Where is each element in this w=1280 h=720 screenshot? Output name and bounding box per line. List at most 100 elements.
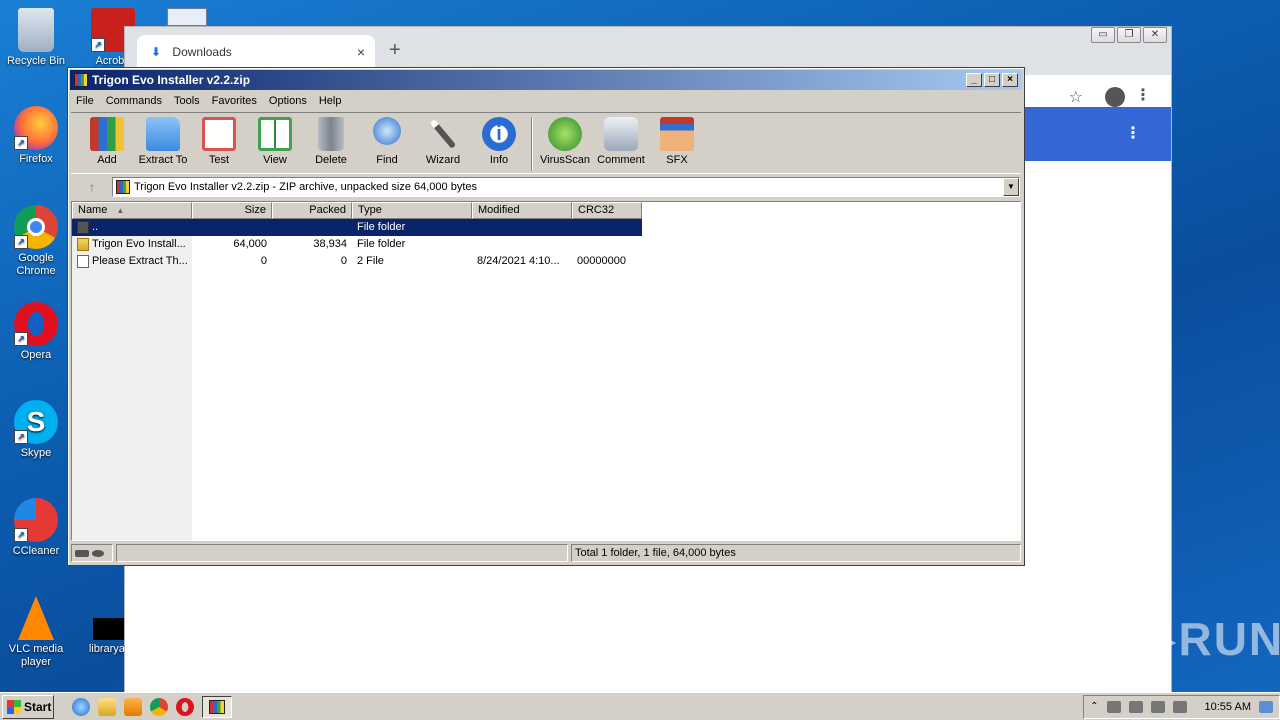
row-modified-cell [472,236,572,253]
column-crc32[interactable]: CRC32 [572,202,642,219]
ie-icon[interactable] [72,697,90,716]
desktop-icon-ccleaner[interactable]: ↗ CCleaner [1,498,71,558]
chrome-icon: ↗ [14,205,58,249]
menu-commands[interactable]: Commands [100,92,168,112]
menu-file[interactable]: File [70,92,100,112]
menu-tools[interactable]: Tools [168,92,206,112]
column-modified[interactable]: Modified [472,202,572,219]
shortcut-arrow-icon: ↗ [14,136,28,150]
toolbar-view-button[interactable]: View [247,117,303,166]
table-row[interactable]: .. File folder [72,219,642,236]
view-book-icon [258,117,292,151]
row-size-cell: 0 [260,255,267,267]
table-row[interactable]: Please Extract Th... 0 0 2 File 8/24/202… [72,253,1020,270]
sort-ascending-icon: ▲ [116,206,125,215]
show-desktop-icon[interactable] [1259,700,1273,713]
winrar-app-icon [74,73,88,87]
row-packed-cell [272,219,352,236]
path-combobox[interactable]: Trigon Evo Installer v2.2.zip - ZIP arch… [112,177,1020,197]
toolbar-wizard-button[interactable]: Wizard [415,117,471,166]
menu-kebab-icon[interactable]: ⋮ [1135,85,1151,105]
windows-flag-icon [7,699,21,714]
row-crc-cell [572,236,642,253]
start-button[interactable]: Start [2,694,54,719]
row-packed-cell: 0 [340,255,347,267]
menu-help[interactable]: Help [313,92,348,112]
status-icons [71,544,113,562]
column-type[interactable]: Type [352,202,472,219]
anyrun-watermark: ANY▷RUN [1038,613,1280,665]
close-button[interactable]: ✕ [1143,27,1167,43]
close-button[interactable]: × [1002,73,1018,87]
row-modified-cell [472,219,572,236]
new-tab-button[interactable]: + [389,39,401,62]
downloads-menu-icon[interactable]: ⋮ [1125,123,1141,143]
desktop-icon-recycle-bin[interactable]: Recycle Bin [1,8,71,68]
volume-icon[interactable] [1106,700,1121,713]
desktop-icon-firefox[interactable]: ↗ Firefox [1,106,71,166]
tray-expand-icon[interactable]: ⌃ [1090,701,1098,712]
close-tab-icon[interactable]: × [357,44,365,60]
toolbar-virusscan-button[interactable]: VirusScan [537,117,593,166]
skype-icon: S ↗ [14,400,58,444]
toolbar-find-button[interactable]: Find [359,117,415,166]
toolbar-comment-button[interactable]: Comment [593,117,649,166]
magic-wand-icon [429,119,457,149]
taskbar-winrar-button[interactable] [202,695,232,718]
dropdown-arrow-icon[interactable]: ▼ [1003,178,1019,196]
desktop-icon-chrome[interactable]: ↗ Google Chrome [1,205,71,278]
minimize-button[interactable]: _ [966,73,982,87]
bookmark-star-icon[interactable]: ☆ [1069,87,1083,107]
opera-taskbar-icon[interactable] [176,697,194,716]
winrar-toolbar: Add Extract To Test View Delete Find Wiz… [71,112,1021,174]
winrar-titlebar[interactable]: Trigon Evo Installer v2.2.zip _ □ × [70,70,1022,90]
column-name[interactable]: Name ▲ [72,202,192,219]
toolbar-separator [531,117,533,171]
restore-button[interactable]: ❐ [1117,27,1141,43]
desktop-icon-skype[interactable]: S ↗ Skype [1,400,71,460]
drive-icon [75,549,89,557]
toolbar-test-button[interactable]: Test [191,117,247,166]
shortcut-arrow-icon: ↗ [14,528,28,542]
chrome-taskbar-icon[interactable] [150,697,168,716]
toolbar-delete-button[interactable]: Delete [303,117,359,166]
toolbar-extract-to-button[interactable]: Extract To [135,117,191,166]
desktop-icon-opera[interactable]: ↗ Opera [1,302,71,362]
shortcut-arrow-icon: ↗ [14,235,28,249]
column-size[interactable]: Size [192,202,272,219]
recycle-bin-icon [18,8,54,52]
key-icon [92,549,104,557]
printer-icon[interactable] [1150,700,1165,713]
system-tray: ⌃ 10:55 AM [1083,694,1280,719]
desktop-icon-vlc[interactable]: VLC media player [1,596,71,669]
column-packed[interactable]: Packed [272,202,352,219]
opera-icon: ↗ [14,302,58,346]
row-type-cell: 2 File [357,255,384,267]
up-folder-button[interactable]: ↑ [72,179,112,195]
winrar-taskbar-icon [209,699,225,714]
account-icon[interactable] [1105,87,1125,107]
shortcut-arrow-icon: ↗ [14,430,28,444]
media-player-icon[interactable] [124,697,142,716]
add-icon [90,117,124,151]
maximize-button[interactable]: □ [984,73,1000,87]
winrar-window: Trigon Evo Installer v2.2.zip _ □ × File… [67,67,1025,566]
status-summary: Total 1 folder, 1 file, 64,000 bytes [571,544,1021,562]
minimize-button[interactable]: ▭ [1091,27,1115,43]
row-packed-cell: 38,934 [313,238,347,250]
explorer-folder-icon[interactable] [98,697,116,716]
chrome-tab-downloads[interactable]: ⬇ Downloads × [137,35,375,69]
network-icon[interactable] [1128,700,1143,713]
menu-favorites[interactable]: Favorites [206,92,263,112]
action-center-flag-icon[interactable] [1172,700,1187,713]
path-text: Trigon Evo Installer v2.2.zip - ZIP arch… [134,181,478,193]
toolbar-info-button[interactable]: i Info [471,117,527,166]
table-row[interactable]: Trigon Evo Install... 64,000 38,934 File… [72,236,1020,253]
vlc-cone-icon [18,596,54,640]
toolbar-add-button[interactable]: Add [79,117,135,166]
clock[interactable]: 10:55 AM [1205,701,1251,713]
toolbar-sfx-button[interactable]: SFX [649,117,705,166]
menu-options[interactable]: Options [263,92,313,112]
file-list[interactable]: Name ▲ Size Packed Type Modified CRC32 .… [71,201,1021,541]
file-icon [77,255,89,268]
